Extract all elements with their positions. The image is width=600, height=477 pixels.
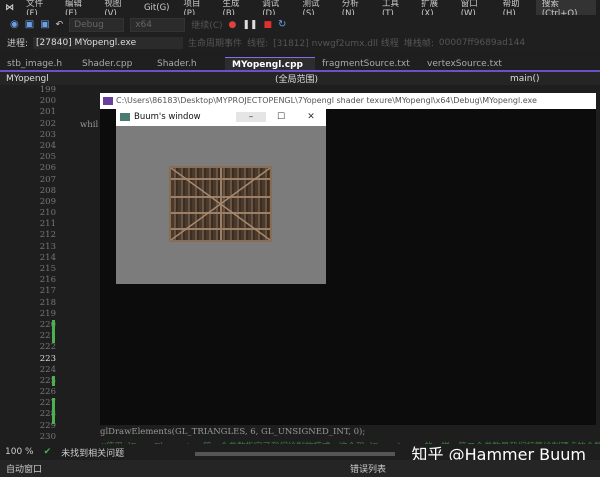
scope-dropdown[interactable]: (全局范围)	[265, 72, 510, 85]
line-number: 201	[39, 107, 56, 118]
vs-logo-icon: ⋈	[5, 2, 15, 13]
window-title: Buum's window	[134, 112, 201, 122]
issues-status[interactable]: 未找到相关问题	[61, 446, 124, 459]
maximize-button[interactable]: ☐	[266, 112, 296, 122]
navigation-bar: MYopengl (全局范围) main()	[0, 72, 600, 85]
line-number: 209	[39, 196, 56, 207]
line-number: 224	[39, 364, 56, 375]
zoom-level[interactable]: 100 %	[5, 447, 34, 457]
line-number: 206	[39, 163, 56, 174]
app-icon	[120, 113, 130, 121]
line-number: 219	[39, 308, 56, 319]
menu-git[interactable]: Git(G)	[137, 3, 177, 13]
change-marker	[52, 376, 55, 386]
line-number: 220	[39, 319, 56, 330]
horizontal-scrollbar[interactable]	[195, 452, 395, 456]
platform-dropdown[interactable]: x64	[130, 17, 186, 32]
error-list-tab[interactable]: 错误列表	[350, 462, 386, 475]
line-number: 207	[39, 174, 56, 185]
save-all-icon[interactable]: ▣	[40, 19, 49, 30]
opengl-window-titlebar[interactable]: Buum's window – ☐ ✕	[116, 108, 326, 126]
lifecycle-events[interactable]: 生命周期事件	[188, 36, 242, 49]
stack-label: 堆栈帧:	[403, 39, 434, 49]
process-dropdown[interactable]: [27840] MYopengl.exe	[33, 36, 184, 49]
line-number: 229	[39, 420, 56, 431]
change-marker	[52, 398, 55, 424]
code-while: whil	[80, 120, 99, 130]
line-number: 208	[39, 185, 56, 196]
process-bar: 进程: [27840] MYopengl.exe 生命周期事件 线程: [318…	[0, 34, 600, 51]
undo-icon[interactable]: ↶	[56, 20, 64, 30]
close-button[interactable]: ✕	[296, 112, 326, 122]
tab-shader-cpp[interactable]: Shader.cpp	[75, 57, 150, 71]
line-number: 200	[39, 96, 56, 107]
line-number: 213	[39, 241, 56, 252]
process-label: 进程:	[7, 39, 29, 49]
editor-tabs: stb_image.h Shader.cpp Shader.h MYopengl…	[0, 57, 600, 71]
line-number: 211	[39, 219, 56, 230]
line-number: 227	[39, 398, 56, 409]
config-dropdown[interactable]: Debug	[69, 17, 125, 32]
continue-button[interactable]: 继续(C)	[191, 18, 222, 31]
minimize-button[interactable]: –	[236, 112, 266, 122]
stop-icon[interactable]: ■	[263, 20, 272, 30]
tab-fragment-source[interactable]: fragmentSource.txt	[315, 57, 420, 71]
project-dropdown[interactable]: MYopengl	[0, 74, 265, 84]
line-number: 203	[39, 129, 56, 140]
console-icon	[103, 97, 113, 105]
line-number: 223	[39, 353, 56, 364]
code-draw-elements: glDrawElements(GL_TRIANGLES, 6, GL_UNSIG…	[100, 427, 366, 437]
line-number: 228	[39, 409, 56, 420]
console-title: C:\Users\86183\Desktop\MYPROJECTOPENGL\7…	[100, 93, 596, 109]
thread-label: 线程:	[247, 39, 269, 49]
pause-icon[interactable]: ❚❚	[242, 20, 257, 30]
line-number: 217	[39, 286, 56, 297]
line-numbers: 199 200 201 202 203 204 205 206 207 208 209 210 211 2…	[8, 85, 56, 443]
line-number: 221	[39, 331, 56, 342]
tab-shader-h[interactable]: Shader.h	[150, 57, 225, 71]
change-marker	[52, 320, 55, 343]
thread-dropdown[interactable]: [31812] nvwgf2umx.dll 线程	[273, 36, 399, 49]
crate-texture	[169, 166, 272, 242]
save-icon[interactable]: ▣	[25, 19, 34, 30]
line-number: 225	[39, 375, 56, 386]
bottom-panels: 自动窗口 错误列表	[0, 460, 600, 477]
stack-frame[interactable]: 00007ff9689ad144	[439, 38, 525, 48]
line-number: 202	[39, 118, 56, 129]
line-number: 212	[39, 230, 56, 241]
line-number: 204	[39, 140, 56, 151]
line-number: 215	[39, 264, 56, 274]
back-icon[interactable]: ◉	[10, 19, 19, 30]
debug-icon[interactable]: ●	[229, 20, 237, 30]
line-number: 226	[39, 387, 56, 398]
tab-myopengl-cpp[interactable]: MYopengl.cpp	[225, 57, 315, 71]
autos-window-tab[interactable]: 自动窗口	[0, 462, 350, 475]
line-number: 216	[39, 275, 56, 286]
menu-bar: ⋈ 文件(F) 编辑(E) 视图(V) Git(G) 项目(P) 生成(B) 调…	[0, 0, 600, 20]
function-dropdown[interactable]: main()	[510, 74, 540, 84]
line-number: 222	[39, 342, 56, 353]
line-number: 214	[39, 252, 56, 263]
line-number: 210	[39, 208, 56, 219]
line-number: 205	[39, 152, 56, 163]
check-icon: ✔	[43, 447, 52, 457]
restart-icon[interactable]: ↻	[278, 19, 286, 30]
tab-stb-image[interactable]: stb_image.h	[0, 57, 75, 71]
line-number: 230	[39, 431, 56, 442]
toolbar: ◉ ▣ ▣ ↶ Debug x64 继续(C) ● ❚❚ ■ ↻	[0, 15, 600, 34]
line-number: 199	[39, 85, 56, 95]
tab-vertex-source[interactable]: vertexSource.txt	[420, 57, 502, 71]
line-number: 218	[39, 297, 56, 308]
